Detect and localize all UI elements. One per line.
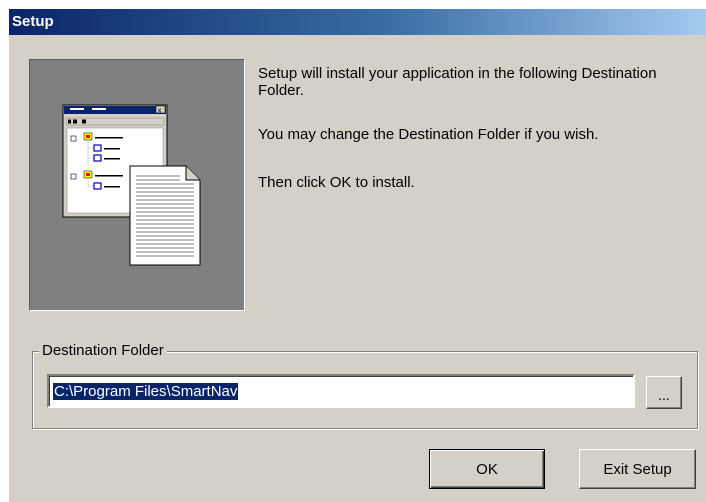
setup-illustration-icon: x <box>62 104 201 266</box>
svg-text:x: x <box>158 107 162 115</box>
window-title: Setup <box>12 13 54 30</box>
exit-setup-button[interactable]: Exit Setup <box>579 449 696 489</box>
setup-illustration-panel: x <box>29 59 245 311</box>
setup-dialog: Setup x Setup will install your applicat… <box>8 8 706 502</box>
click-ok-text: Then click OK to install. <box>258 174 415 191</box>
change-folder-text: You may change the Destination Folder if… <box>258 126 599 143</box>
install-info-text: Setup will install your application in t… <box>258 65 657 99</box>
destination-folder-label: Destination Folder <box>39 342 167 359</box>
title-bar[interactable]: Setup <box>9 9 706 35</box>
ok-button[interactable]: OK <box>429 449 545 489</box>
destination-folder-value[interactable]: C:\Program Files\SmartNav <box>53 383 239 400</box>
destination-folder-group: Destination Folder C:\Program Files\Smar… <box>32 342 698 429</box>
browse-button[interactable]: ... <box>646 376 682 409</box>
